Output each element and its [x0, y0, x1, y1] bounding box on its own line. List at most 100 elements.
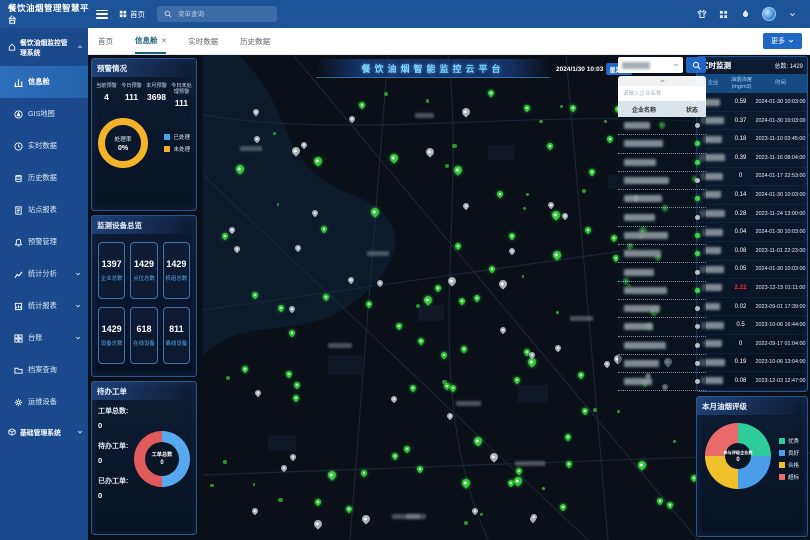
sidebar-item-warning-mgmt[interactable]: 预警管理: [0, 226, 88, 258]
warning-stat: 今日预警111: [119, 83, 144, 108]
avatar[interactable]: [762, 7, 776, 21]
collapse-toggle[interactable]: [618, 76, 706, 86]
realtime-table-row[interactable]: 0.592024-01-30 10:03:00: [697, 93, 807, 112]
realtime-table-row[interactable]: 0.192023-10-06 13:04:00: [697, 354, 807, 373]
flame-icon[interactable]: [740, 9, 751, 20]
map-dot-green[interactable]: [253, 483, 256, 486]
more-button[interactable]: 更多: [763, 33, 802, 49]
map-dot-green[interactable]: [384, 92, 388, 96]
apps-icon[interactable]: [718, 9, 729, 20]
concentration-value: 0.59: [727, 99, 754, 105]
sidebar-item-om-device[interactable]: 运维设备: [0, 386, 88, 418]
realtime-table-row[interactable]: 0.052024-01-30 10:03:00: [697, 261, 807, 280]
map-dot-green[interactable]: [617, 410, 620, 413]
menu-search[interactable]: [157, 6, 277, 22]
enterprise-list-row[interactable]: [618, 337, 706, 355]
status-dot-offline: [695, 379, 700, 384]
realtime-table-row[interactable]: 0.372024-01-30 10:03:00: [697, 112, 807, 131]
enterprise-list-row[interactable]: [618, 117, 706, 135]
enterprise-list-row[interactable]: [618, 208, 706, 226]
map-dot-green[interactable]: [582, 189, 586, 193]
tab-信息舱[interactable]: 信息舱×: [135, 28, 166, 54]
enterprise-list-row[interactable]: [618, 318, 706, 336]
sidebar-item-realtime-data[interactable]: 实时数据: [0, 130, 88, 162]
legend-item: 优秀: [779, 437, 799, 445]
enterprise-list-row[interactable]: [618, 300, 706, 318]
map-dot-green[interactable]: [445, 164, 449, 168]
sidebar-item-info-cabin[interactable]: 信息舱: [0, 66, 88, 98]
warning-stat-value: 4: [94, 92, 119, 102]
device-stat-value: 1429: [134, 259, 154, 269]
enterprise-list-row[interactable]: [618, 227, 706, 245]
enterprise-list-row[interactable]: [618, 154, 706, 172]
sidebar-item-ledger[interactable]: 台账: [0, 322, 88, 354]
realtime-table-row[interactable]: 02022-09-17 01:04:00: [697, 335, 807, 354]
realtime-total: 总数: 1429: [774, 61, 803, 70]
sidebar-item-stat-analysis[interactable]: 统计分析: [0, 258, 88, 290]
enterprise-list-row[interactable]: [618, 263, 706, 281]
enterprise-list-row[interactable]: [618, 190, 706, 208]
enterprise-list-row[interactable]: [618, 373, 706, 391]
sidebar-item-site-report[interactable]: 站点报表: [0, 194, 88, 226]
folder-icon: [14, 366, 23, 375]
sidebar-item-gis-map[interactable]: GIS地图: [0, 98, 88, 130]
enterprise-name-redacted: [624, 177, 669, 184]
region-select[interactable]: [618, 57, 683, 73]
home-shortcut[interactable]: 首页: [118, 9, 145, 20]
map-dot-green[interactable]: [539, 120, 542, 123]
map-dot-green[interactable]: [278, 498, 282, 502]
realtime-table-row[interactable]: 0.282023-11-24 13:00:00: [697, 205, 807, 224]
realtime-table-row[interactable]: 0.392023-11-16 08:04:00: [697, 149, 807, 168]
enterprise-name-redacted: [624, 342, 666, 349]
map-dot-green[interactable]: [480, 513, 483, 516]
concentration-value: 0.19: [727, 359, 754, 365]
enterprise-list-row[interactable]: [618, 282, 706, 300]
sidebar-section-basic-system[interactable]: 基础管理系统: [0, 418, 88, 446]
sidebar-section-monitoring-system[interactable]: 餐饮油烟监控管理系统: [0, 28, 88, 66]
map-dot-green[interactable]: [223, 460, 227, 464]
realtime-table-row[interactable]: 0.182023-11-10 03:45:00: [697, 130, 807, 149]
device-stat-label: 在线设备: [133, 339, 155, 347]
sidebar-item-stat-report[interactable]: 统计报表: [0, 290, 88, 322]
map-dot-green[interactable]: [560, 105, 563, 108]
map-dot-green[interactable]: [464, 521, 468, 525]
device-stat-label: 点位总数: [133, 274, 155, 282]
tab-首页[interactable]: 首页: [98, 28, 113, 54]
map-dot-green[interactable]: [673, 440, 676, 443]
compass-icon: [14, 110, 23, 119]
map-dot-green[interactable]: [593, 408, 597, 412]
enterprise-name-input[interactable]: [621, 90, 703, 98]
enterprise-list-row[interactable]: [618, 355, 706, 373]
realtime-table-row[interactable]: 0.142024-01-30 10:03:00: [697, 186, 807, 205]
realtime-table-row[interactable]: 0.52023-10-06 16:44:00: [697, 316, 807, 335]
map-dot-green[interactable]: [452, 144, 456, 148]
realtime-table-row[interactable]: 0.082023-12-03 12:47:00: [697, 372, 807, 391]
enterprise-search-button[interactable]: [686, 57, 706, 73]
device-stat-box: 1429机组总数: [163, 242, 190, 299]
enterprise-list-row[interactable]: [618, 245, 706, 263]
chevron-down-icon[interactable]: [787, 9, 798, 20]
legend-swatch: [779, 438, 785, 444]
realtime-table-row[interactable]: 02024-01-17 22:53:00: [697, 168, 807, 187]
realtime-table-row[interactable]: 0.082023-11-01 22:23:00: [697, 242, 807, 261]
enterprise-list-row[interactable]: [618, 135, 706, 153]
tab-历史数据[interactable]: 历史数据: [240, 28, 270, 54]
device-stat-box: 618在线设备: [130, 307, 157, 364]
tab-close-icon[interactable]: ×: [162, 36, 167, 45]
report-icon: [14, 206, 23, 215]
enterprise-list-row[interactable]: [618, 172, 706, 190]
map-dot-green[interactable]: [542, 487, 545, 490]
sidebar-item-label: 档案查询: [28, 365, 57, 375]
menu-search-input[interactable]: [176, 10, 266, 19]
realtime-table-row[interactable]: 2.222023-12-15 01:11:00: [697, 279, 807, 298]
theme-skin-icon[interactable]: [696, 9, 707, 20]
workorders-donut-value: 0: [160, 460, 163, 466]
map-dot-green[interactable]: [556, 311, 559, 314]
map-dot-green[interactable]: [210, 484, 214, 488]
realtime-table-row[interactable]: 0.022023-09-01 17:39:00: [697, 298, 807, 317]
tab-实时数据[interactable]: 实时数据: [188, 28, 218, 54]
sidebar-item-history-data[interactable]: 历史数据: [0, 162, 88, 194]
menu-toggle-icon[interactable]: [96, 10, 108, 19]
realtime-table-row[interactable]: 0.042024-01-30 10:03:00: [697, 223, 807, 242]
sidebar-item-archive-query[interactable]: 档案查询: [0, 354, 88, 386]
